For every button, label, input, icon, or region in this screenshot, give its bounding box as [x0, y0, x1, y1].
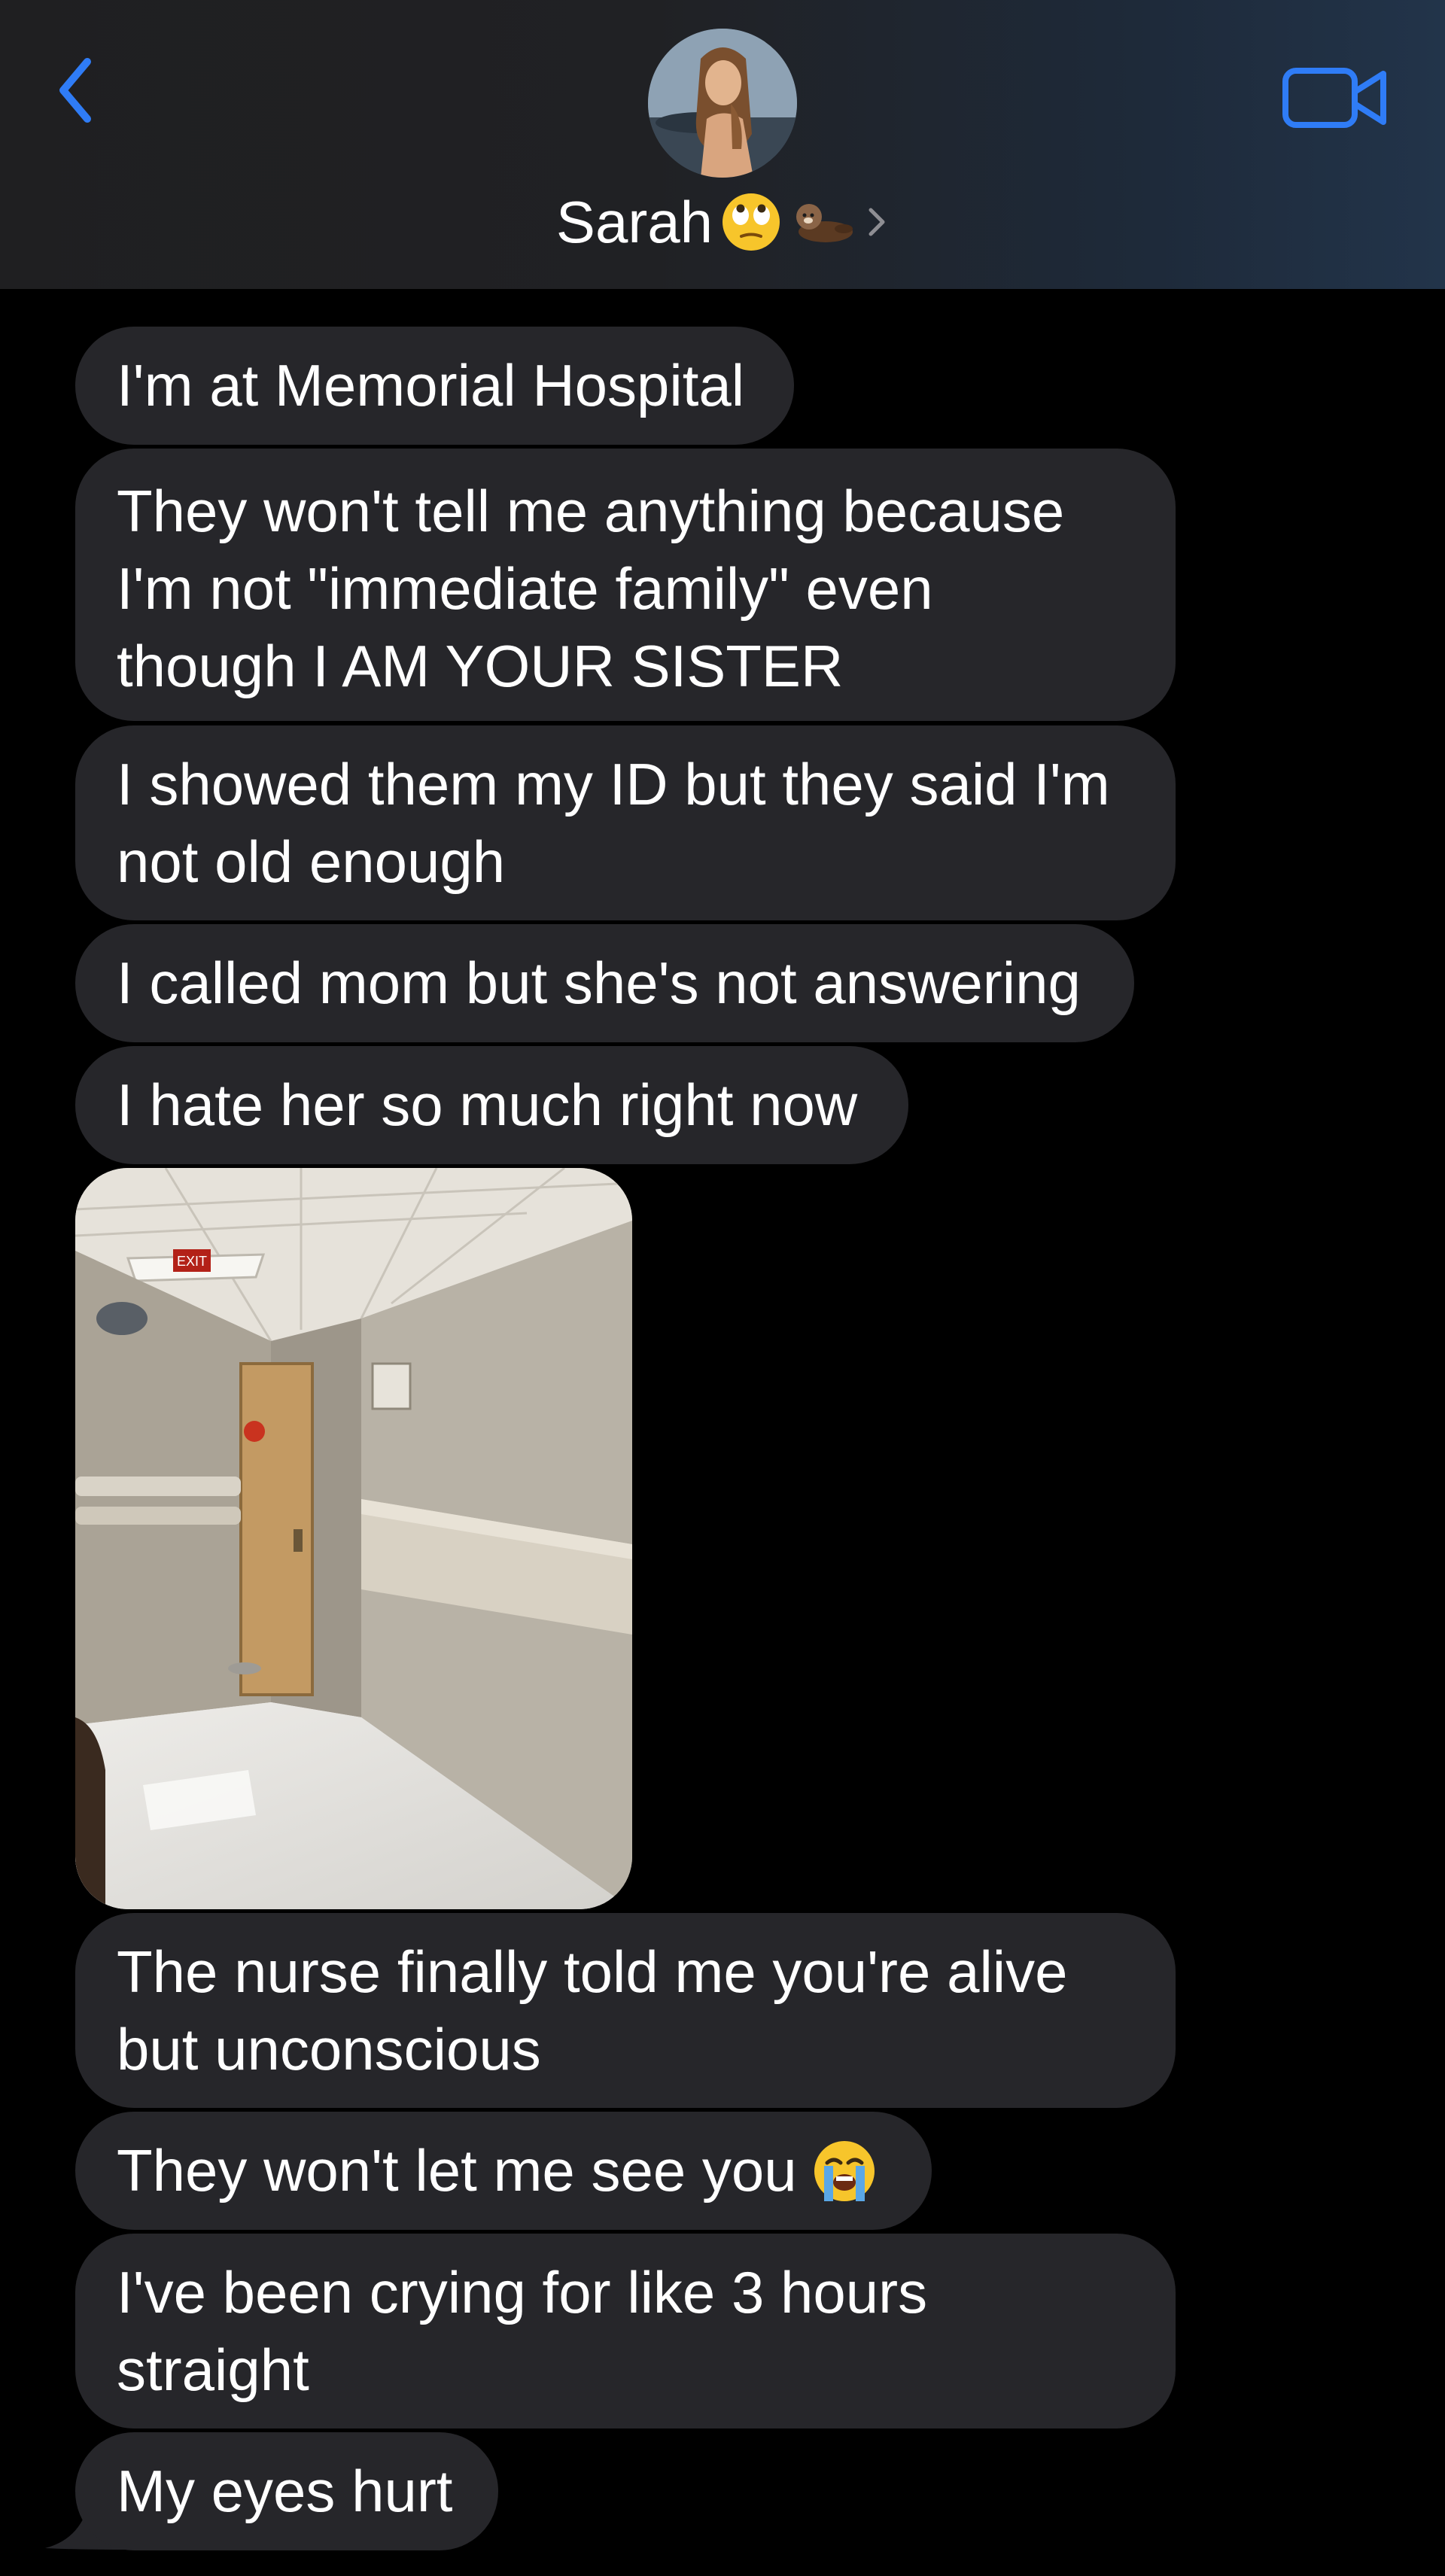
contact-avatar[interactable] [648, 29, 797, 178]
message-line: not old enough [117, 828, 506, 895]
message-bubble[interactable]: They won't tell me anything because I'm … [75, 449, 1176, 721]
message-bubble[interactable]: My eyes hurt [75, 2432, 498, 2550]
message-line: though I AM YOUR SISTER [117, 632, 844, 699]
message-bubble[interactable]: The nurse finally told me you're alive b… [75, 1913, 1176, 2108]
message-text: I called mom but she's not answering [117, 950, 1081, 1016]
message-text: The nurse finally told me you're alive b… [117, 1933, 1068, 2088]
message-bubble[interactable]: I've been crying for like 3 hours straig… [75, 2234, 1176, 2428]
chevron-right-icon [869, 208, 885, 236]
contact-details-button[interactable]: Sarah [0, 181, 1445, 263]
face-with-rolling-eyes-icon [722, 193, 780, 251]
contact-name: Sarah [555, 188, 713, 255]
message-text: I've been crying for like 3 hours straig… [117, 2254, 927, 2409]
message-line: I've been crying for like 3 hours [117, 2258, 928, 2325]
message-line: I showed them my ID but they said I'm [117, 750, 1110, 817]
avatar-photo [648, 29, 797, 178]
loudly-crying-face-icon [814, 2140, 875, 2201]
video-call-button[interactable] [1272, 53, 1400, 143]
message-line: straight [117, 2336, 309, 2403]
message-text: I hate her so much right now [117, 1072, 858, 1138]
chevron-left-icon [59, 58, 91, 123]
message-bubble[interactable]: They won't let me see you [75, 2112, 932, 2230]
message-line: The nurse finally told me you're alive [117, 1938, 1068, 2005]
exit-sign-text: EXIT [177, 1254, 207, 1269]
message-text: I'm at Memorial Hospital [117, 352, 745, 418]
photo-message[interactable]: EXIT [75, 1168, 632, 1909]
message-line: I'm not "immediate family" even [117, 555, 933, 622]
video-camera-icon [1282, 68, 1386, 128]
message-line: but unconscious [117, 2015, 541, 2082]
otter-icon [796, 204, 853, 242]
message-bubble[interactable]: I hate her so much right now [75, 1046, 908, 1164]
message-bubble[interactable]: I showed them my ID but they said I'm no… [75, 725, 1176, 920]
back-button[interactable] [42, 45, 110, 135]
message-text: They won't tell me anything because I'm … [117, 473, 1064, 705]
message-bubble[interactable]: I called mom but she's not answering [75, 924, 1134, 1042]
message-bubble[interactable]: I'm at Memorial Hospital [75, 327, 794, 445]
message-text: My eyes hurt [117, 2458, 453, 2524]
hallway-photo: EXIT [75, 1168, 632, 1909]
conversation-header: Sarah [0, 0, 1445, 289]
message-text: I showed them my ID but they said I'm no… [117, 746, 1110, 901]
message-text: They won't let me see you [117, 2137, 797, 2203]
message-line: They won't tell me anything because [117, 477, 1065, 544]
